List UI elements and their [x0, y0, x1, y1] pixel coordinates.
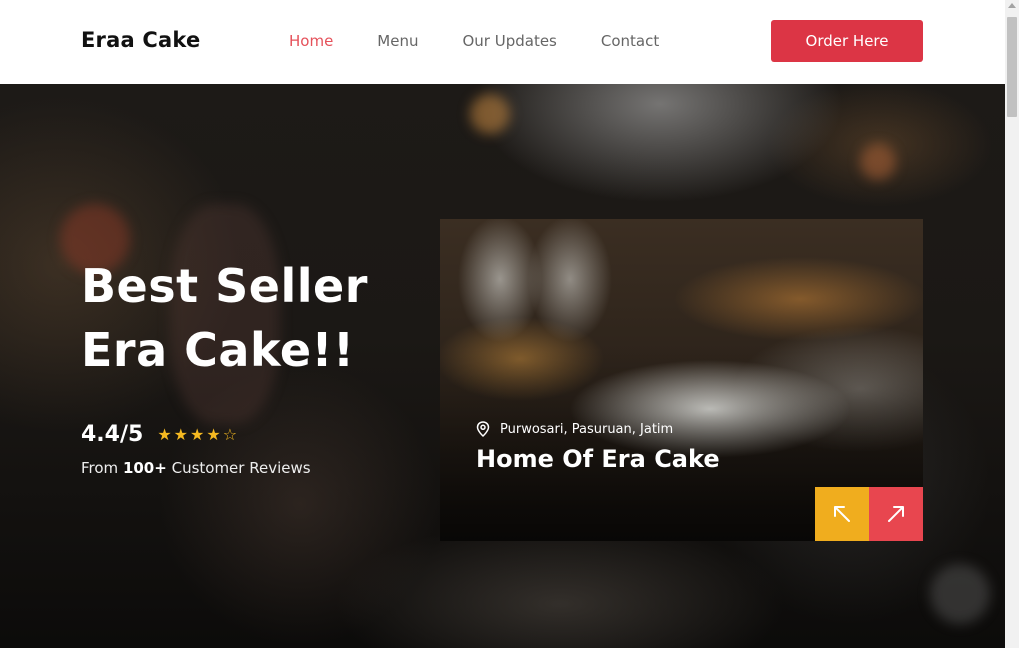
- arrow-up-left-icon: [834, 506, 850, 522]
- featured-card[interactable]: Purwosari, Pasuruan, Jatim Home Of Era C…: [440, 219, 923, 541]
- background-bokeh: [860, 144, 896, 180]
- background-bokeh: [470, 94, 510, 134]
- nav-item-contact[interactable]: Contact: [601, 32, 659, 50]
- reviews-count: 100+: [122, 459, 167, 477]
- card-title: Home Of Era Cake: [476, 445, 720, 473]
- nav-item-home[interactable]: Home: [289, 32, 333, 50]
- order-here-button[interactable]: Order Here: [771, 20, 923, 62]
- star-filled-icon: ★: [157, 425, 172, 444]
- star-filled-icon: ★: [190, 425, 205, 444]
- scroll-thumb[interactable]: [1007, 17, 1017, 117]
- hero-title-line-1: Best Seller: [81, 259, 368, 313]
- reviews-text: From 100+ Customer Reviews: [81, 459, 311, 477]
- card-location: Purwosari, Pasuruan, Jatim: [476, 421, 673, 437]
- hero-title: Best Seller Era Cake!!: [81, 254, 368, 382]
- next-slide-button[interactable]: [869, 487, 923, 541]
- star-filled-icon: ★: [173, 425, 189, 444]
- rating-stars: ★ ★ ★ ★ ☆: [157, 425, 239, 444]
- nav-item-our-updates[interactable]: Our Updates: [462, 32, 556, 50]
- card-location-text: Purwosari, Pasuruan, Jatim: [500, 421, 674, 437]
- page-scrollbar[interactable]: [1005, 0, 1019, 648]
- brand-logo[interactable]: Eraa Cake: [81, 28, 200, 52]
- site-header: Eraa Cake Home Menu Our Updates Contact …: [0, 0, 1005, 84]
- star-empty-icon: ☆: [222, 425, 238, 444]
- scroll-up-arrow-icon[interactable]: [1008, 3, 1016, 8]
- hero-section: Best Seller Era Cake!! 4.4/5 ★ ★ ★ ★ ☆ From …: [0, 84, 1005, 648]
- arrow-up-right-icon: [888, 506, 904, 522]
- rating-value: 4.4/5: [81, 422, 144, 447]
- main-nav: Home Menu Our Updates Contact: [289, 32, 703, 50]
- hero-title-line-2: Era Cake!!: [81, 323, 355, 377]
- star-filled-icon: ★: [206, 425, 221, 444]
- reviews-prefix: From: [81, 459, 123, 477]
- nav-item-menu[interactable]: Menu: [377, 32, 418, 50]
- prev-slide-button[interactable]: [815, 487, 869, 541]
- rating-row: 4.4/5 ★ ★ ★ ★ ☆: [81, 422, 239, 447]
- map-pin-icon: [476, 421, 490, 437]
- reviews-suffix: Customer Reviews: [166, 459, 311, 477]
- background-bokeh: [930, 564, 990, 624]
